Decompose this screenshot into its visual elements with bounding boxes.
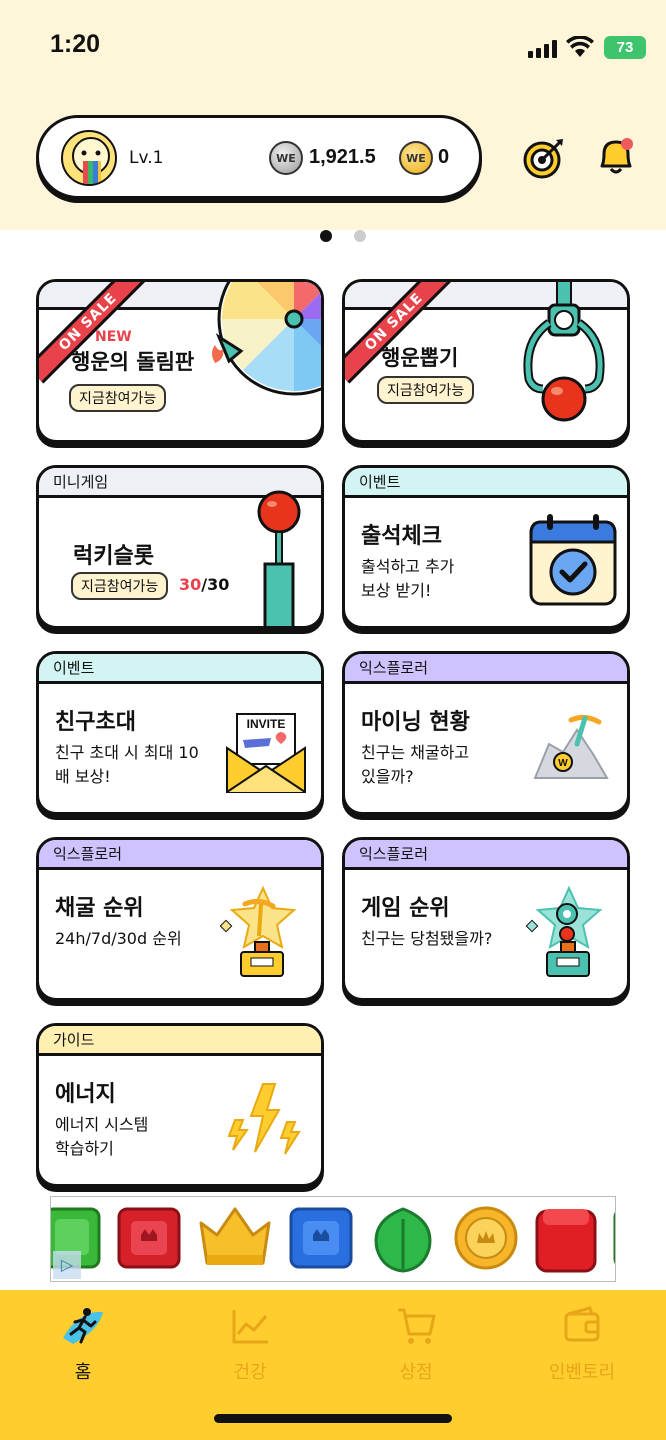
new-tag: NEW (95, 329, 132, 345)
card-title: 채굴 순위 (55, 896, 144, 921)
card-tag: 익스플로러 (345, 840, 627, 870)
gold-coin-icon: WE (399, 141, 433, 175)
running-person-icon (63, 1308, 103, 1344)
card-tag: 이벤트 (345, 468, 627, 498)
card-lucky-wheel[interactable]: ON SALE NEW 행운의 돌림판 지금참여가능 (36, 279, 324, 443)
bell-icon[interactable] (596, 134, 636, 178)
silver-balance: 1,921.5 (309, 146, 376, 168)
card-game-rank[interactable]: 익스플로러 게임 순위 친구는 당첨됐을까? (342, 837, 630, 1001)
avatar[interactable] (61, 130, 117, 186)
card-desc-line1: 24h/7d/30d 순위 (55, 929, 182, 948)
card-desc-line1: 에너지 시스템 (55, 1115, 149, 1134)
home-indicator (214, 1414, 452, 1423)
wifi-icon (566, 36, 594, 57)
silver-coin-icon: WE (269, 141, 303, 175)
trophy-star-teal-icon (525, 885, 603, 977)
lightning-bolt-icon (227, 1083, 301, 1155)
slot-count-total: /30 (201, 575, 230, 594)
page-dot-active[interactable] (320, 230, 332, 242)
card-tag: 익스플로러 (345, 654, 627, 684)
profile-bar[interactable]: Lv.1 WE 1,921.5 WE 0 (36, 115, 482, 199)
card-invite[interactable]: 이벤트 친구초대 친구 초대 시 최대 10 배 보상! INVITE (36, 651, 324, 815)
trophy-star-gold-icon (219, 885, 297, 977)
level-label: Lv.1 (129, 148, 164, 168)
card-tag: 가이드 (39, 1026, 321, 1056)
slot-count: 30/30 (179, 575, 229, 594)
status-time: 1:20 (50, 30, 101, 58)
chart-icon (232, 1310, 268, 1344)
red-gem-block-icon (117, 1207, 181, 1269)
card-title: 마이닝 현황 (361, 710, 470, 735)
ad-play-icon[interactable]: ▷ (53, 1251, 81, 1279)
card-tag: 익스플로러 (39, 840, 321, 870)
nav-home[interactable]: 홈 (28, 1304, 138, 1384)
cart-icon (398, 1308, 436, 1344)
gold-balance: 0 (438, 146, 450, 168)
invite-label: INVITE (247, 717, 286, 731)
signal-icon (528, 40, 557, 58)
card-mining-rank[interactable]: 익스플로러 채굴 순위 24h/7d/30d 순위 (36, 837, 324, 1001)
card-title: 럭키슬롯 (73, 544, 154, 569)
card-title: 게임 순위 (361, 896, 450, 921)
green-block-partial-icon (613, 1211, 615, 1265)
card-desc-line2: 있을까? (361, 767, 414, 786)
slot-count-used: 30 (179, 575, 202, 594)
card-desc-line2: 배 보상! (55, 767, 111, 786)
card-desc-line1: 출석하고 추가 (361, 557, 455, 576)
card-desc-line2: 학습하기 (55, 1139, 114, 1158)
crown-icon (199, 1207, 271, 1265)
join-now-pill[interactable]: 지금참여가능 (377, 376, 475, 404)
join-now-pill[interactable]: 지금참여가능 (69, 384, 167, 412)
roulette-wheel-icon (212, 282, 321, 396)
ad-banner[interactable]: ▷ (50, 1196, 616, 1282)
gold-coin-icon (454, 1206, 518, 1270)
status-bar: 1:20 73 (0, 0, 666, 96)
nav-health[interactable]: 건강 (195, 1304, 305, 1384)
card-title: 행운의 돌림판 (71, 350, 195, 374)
mining-rock-icon: W (533, 714, 609, 779)
card-title: 행운뽑기 (381, 346, 459, 370)
card-desc-line2: 보상 받기! (361, 581, 432, 600)
battery-indicator: 73 (604, 36, 646, 59)
nav-inventory[interactable]: 인벤토리 (527, 1304, 637, 1384)
svg-text:W: W (558, 758, 568, 769)
page-indicator[interactable] (320, 230, 366, 242)
card-lucky-slot[interactable]: 미니게임 럭키슬롯 지금참여가능 30/30 (36, 465, 324, 629)
blue-gem-block-icon (289, 1207, 353, 1269)
card-title: 출석체크 (361, 524, 442, 549)
slot-lever-icon (257, 490, 301, 626)
join-now-pill[interactable]: 지금참여가능 (71, 572, 169, 600)
card-desc-line1: 친구 초대 시 최대 10 (55, 743, 199, 762)
claw-machine-icon (523, 282, 605, 422)
card-mining-status[interactable]: 익스플로러 마이닝 현황 친구는 채굴하고 있을까? W (342, 651, 630, 815)
card-attendance[interactable]: 이벤트 출석체크 출석하고 추가 보상 받기! (342, 465, 630, 629)
nav-shop[interactable]: 상점 (361, 1304, 471, 1384)
ad-game-icons (51, 1205, 615, 1275)
calendar-check-icon (529, 514, 617, 606)
card-desc-line1: 친구는 당첨됐을까? (361, 929, 493, 948)
card-desc-line1: 친구는 채굴하고 (361, 743, 470, 762)
card-lucky-draw[interactable]: ON SALE 행운뽑기 지금참여가능 (342, 279, 630, 443)
invite-envelope-icon: INVITE (226, 713, 306, 793)
card-title: 에너지 (55, 1082, 116, 1107)
nav-inventory-label: 인벤토리 (548, 1362, 616, 1383)
page-dot[interactable] (354, 230, 366, 242)
red-block-icon (535, 1209, 597, 1273)
nav-shop-label: 상점 (399, 1362, 433, 1383)
card-title: 친구초대 (55, 710, 136, 735)
card-tag: 이벤트 (39, 654, 321, 684)
nav-health-label: 건강 (233, 1362, 267, 1383)
card-energy[interactable]: 가이드 에너지 에너지 시스템 학습하기 (36, 1023, 324, 1187)
nav-home-label: 홈 (74, 1362, 92, 1383)
wallet-icon (564, 1306, 600, 1342)
target-icon[interactable] (522, 136, 566, 180)
green-leaf-icon (374, 1207, 432, 1273)
